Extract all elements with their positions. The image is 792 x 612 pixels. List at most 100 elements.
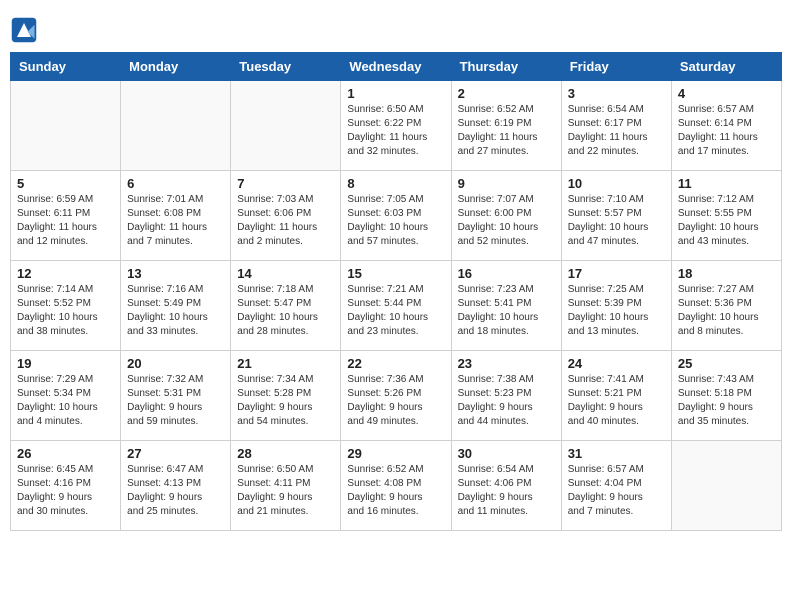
day-header-monday: Monday	[121, 53, 231, 81]
calendar-cell: 26 Sunrise: 6:45 AMSunset: 4:16 PMDayligh…	[11, 441, 121, 531]
calendar-cell: 16Sunrise: 7:23 AMSunset: 5:41 PMDayligh…	[451, 261, 561, 351]
calendar-container: SundayMondayTuesdayWednesdayThursdayFrid…	[10, 10, 782, 531]
day-header-wednesday: Wednesday	[341, 53, 451, 81]
date-number: 26	[17, 446, 114, 461]
day-info: Sunrise: 7:38 AMSunset: 5:23 PMDaylight:…	[458, 373, 555, 429]
date-number: 9	[458, 176, 555, 191]
calendar-cell: 10 Sunrise: 7:10 AMSunset: 5:57 PMDayligh…	[561, 171, 671, 261]
day-info: Sunrise: 7:12 AMSunset: 5:55 PMDaylight:…	[678, 193, 775, 249]
date-number: 15	[347, 266, 444, 281]
day-info: Sunrise: 7:34 AMSunset: 5:28 PMDaylight:…	[237, 373, 334, 429]
calendar-cell: 15 Sunrise: 7:21 AMSunset: 5:44 PMDayligh…	[341, 261, 451, 351]
day-info: Sunrise: 7:32 AMSunset: 5:31 PMDaylight:…	[127, 373, 224, 429]
day-info: Sunrise: 7:43 AMSunset: 5:18 PMDaylight:…	[678, 373, 775, 429]
calendar-cell: 13 Sunrise: 7:16 AMSunset: 5:49 PMDayligh…	[121, 261, 231, 351]
date-number: 4	[678, 86, 775, 101]
calendar-cell: 12 Sunrise: 7:14 AMSunset: 5:52 PMDayligh…	[11, 261, 121, 351]
day-info: Sunrise: 7:10 AMSunset: 5:57 PMDaylight:…	[568, 193, 665, 249]
date-number: 27	[127, 446, 224, 461]
calendar-cell	[671, 441, 781, 531]
week-row-2: 5 Sunrise: 6:59 AMSunset: 6:11 PMDaylight…	[11, 171, 782, 261]
date-number: 5	[17, 176, 114, 191]
calendar-cell: 3Sunrise: 6:54 AMSunset: 6:17 PMDaylight…	[561, 81, 671, 171]
day-info: Sunrise: 6:47 AMSunset: 4:13 PMDaylight:…	[127, 463, 224, 519]
day-info: Sunrise: 7:27 AMSunset: 5:36 PMDaylight:…	[678, 283, 775, 339]
date-number: 19	[17, 356, 114, 371]
calendar-cell: 6Sunrise: 7:01 AMSunset: 6:08 PMDaylight…	[121, 171, 231, 261]
calendar-cell: 22 Sunrise: 7:36 AMSunset: 5:26 PMDayligh…	[341, 351, 451, 441]
calendar-cell: 30 Sunrise: 6:54 AMSunset: 4:06 PMDayligh…	[451, 441, 561, 531]
date-number: 1	[347, 86, 444, 101]
calendar-cell: 8 Sunrise: 7:05 AMSunset: 6:03 PMDaylight…	[341, 171, 451, 261]
calendar-header	[10, 10, 782, 44]
week-row-3: 12 Sunrise: 7:14 AMSunset: 5:52 PMDayligh…	[11, 261, 782, 351]
date-number: 24	[568, 356, 665, 371]
day-info: Sunrise: 7:29 AMSunset: 5:34 PMDaylight:…	[17, 373, 114, 429]
date-number: 10	[568, 176, 665, 191]
day-info: Sunrise: 7:05 AMSunset: 6:03 PMDaylight:…	[347, 193, 444, 249]
calendar-cell: 23 Sunrise: 7:38 AMSunset: 5:23 PMDayligh…	[451, 351, 561, 441]
calendar-cell: 4 Sunrise: 6:57 AMSunset: 6:14 PMDaylight…	[671, 81, 781, 171]
calendar-cell	[121, 81, 231, 171]
date-number: 23	[458, 356, 555, 371]
date-number: 29	[347, 446, 444, 461]
date-number: 20	[127, 356, 224, 371]
day-header-sunday: Sunday	[11, 53, 121, 81]
day-info: Sunrise: 7:25 AMSunset: 5:39 PMDaylight:…	[568, 283, 665, 339]
calendar-cell: 21 Sunrise: 7:34 AMSunset: 5:28 PMDayligh…	[231, 351, 341, 441]
day-header-friday: Friday	[561, 53, 671, 81]
day-info: Sunrise: 6:59 AMSunset: 6:11 PMDaylight:…	[17, 193, 114, 249]
date-number: 6	[127, 176, 224, 191]
date-number: 31	[568, 446, 665, 461]
calendar-cell: 27 Sunrise: 6:47 AMSunset: 4:13 PMDayligh…	[121, 441, 231, 531]
calendar-cell: 19 Sunrise: 7:29 AMSunset: 5:34 PMDayligh…	[11, 351, 121, 441]
date-number: 2	[458, 86, 555, 101]
date-number: 30	[458, 446, 555, 461]
calendar-cell: 25Sunrise: 7:43 AMSunset: 5:18 PMDayligh…	[671, 351, 781, 441]
day-header-saturday: Saturday	[671, 53, 781, 81]
days-header-row: SundayMondayTuesdayWednesdayThursdayFrid…	[11, 53, 782, 81]
date-number: 17	[568, 266, 665, 281]
day-info: Sunrise: 6:54 AMSunset: 6:17 PMDaylight:…	[568, 103, 665, 159]
date-number: 7	[237, 176, 334, 191]
day-info: Sunrise: 6:57 AMSunset: 4:04 PMDaylight:…	[568, 463, 665, 519]
day-info: Sunrise: 7:41 AMSunset: 5:21 PMDaylight:…	[568, 373, 665, 429]
day-header-thursday: Thursday	[451, 53, 561, 81]
calendar-cell: 5 Sunrise: 6:59 AMSunset: 6:11 PMDaylight…	[11, 171, 121, 261]
day-info: Sunrise: 6:52 AMSunset: 4:08 PMDaylight:…	[347, 463, 444, 519]
date-number: 28	[237, 446, 334, 461]
date-number: 8	[347, 176, 444, 191]
week-row-5: 26 Sunrise: 6:45 AMSunset: 4:16 PMDayligh…	[11, 441, 782, 531]
calendar-cell: 9 Sunrise: 7:07 AMSunset: 6:00 PMDaylight…	[451, 171, 561, 261]
date-number: 11	[678, 176, 775, 191]
day-info: Sunrise: 6:50 AMSunset: 4:11 PMDaylight:…	[237, 463, 334, 519]
calendar-cell: 17 Sunrise: 7:25 AMSunset: 5:39 PMDayligh…	[561, 261, 671, 351]
date-number: 12	[17, 266, 114, 281]
calendar-cell: 18Sunrise: 7:27 AMSunset: 5:36 PMDayligh…	[671, 261, 781, 351]
calendar-cell	[11, 81, 121, 171]
logo	[10, 16, 40, 44]
day-info: Sunrise: 6:57 AMSunset: 6:14 PMDaylight:…	[678, 103, 775, 159]
day-info: Sunrise: 7:36 AMSunset: 5:26 PMDaylight:…	[347, 373, 444, 429]
calendar-cell: 24 Sunrise: 7:41 AMSunset: 5:21 PMDayligh…	[561, 351, 671, 441]
day-info: Sunrise: 6:54 AMSunset: 4:06 PMDaylight:…	[458, 463, 555, 519]
date-number: 22	[347, 356, 444, 371]
day-info: Sunrise: 7:14 AMSunset: 5:52 PMDaylight:…	[17, 283, 114, 339]
calendar-cell: 29 Sunrise: 6:52 AMSunset: 4:08 PMDayligh…	[341, 441, 451, 531]
day-info: Sunrise: 7:21 AMSunset: 5:44 PMDaylight:…	[347, 283, 444, 339]
calendar-cell: 28 Sunrise: 6:50 AMSunset: 4:11 PMDayligh…	[231, 441, 341, 531]
logo-icon	[10, 16, 38, 44]
day-info: Sunrise: 6:52 AMSunset: 6:19 PMDaylight:…	[458, 103, 555, 159]
calendar-table: SundayMondayTuesdayWednesdayThursdayFrid…	[10, 52, 782, 531]
calendar-cell: 7Sunrise: 7:03 AMSunset: 6:06 PMDaylight…	[231, 171, 341, 261]
date-number: 21	[237, 356, 334, 371]
date-number: 16	[458, 266, 555, 281]
day-info: Sunrise: 7:07 AMSunset: 6:00 PMDaylight:…	[458, 193, 555, 249]
day-info: Sunrise: 6:50 AMSunset: 6:22 PMDaylight:…	[347, 103, 444, 159]
calendar-cell: 20 Sunrise: 7:32 AMSunset: 5:31 PMDayligh…	[121, 351, 231, 441]
day-info: Sunrise: 7:16 AMSunset: 5:49 PMDaylight:…	[127, 283, 224, 339]
date-number: 14	[237, 266, 334, 281]
day-info: Sunrise: 6:45 AMSunset: 4:16 PMDaylight:…	[17, 463, 114, 519]
week-row-4: 19 Sunrise: 7:29 AMSunset: 5:34 PMDayligh…	[11, 351, 782, 441]
date-number: 13	[127, 266, 224, 281]
